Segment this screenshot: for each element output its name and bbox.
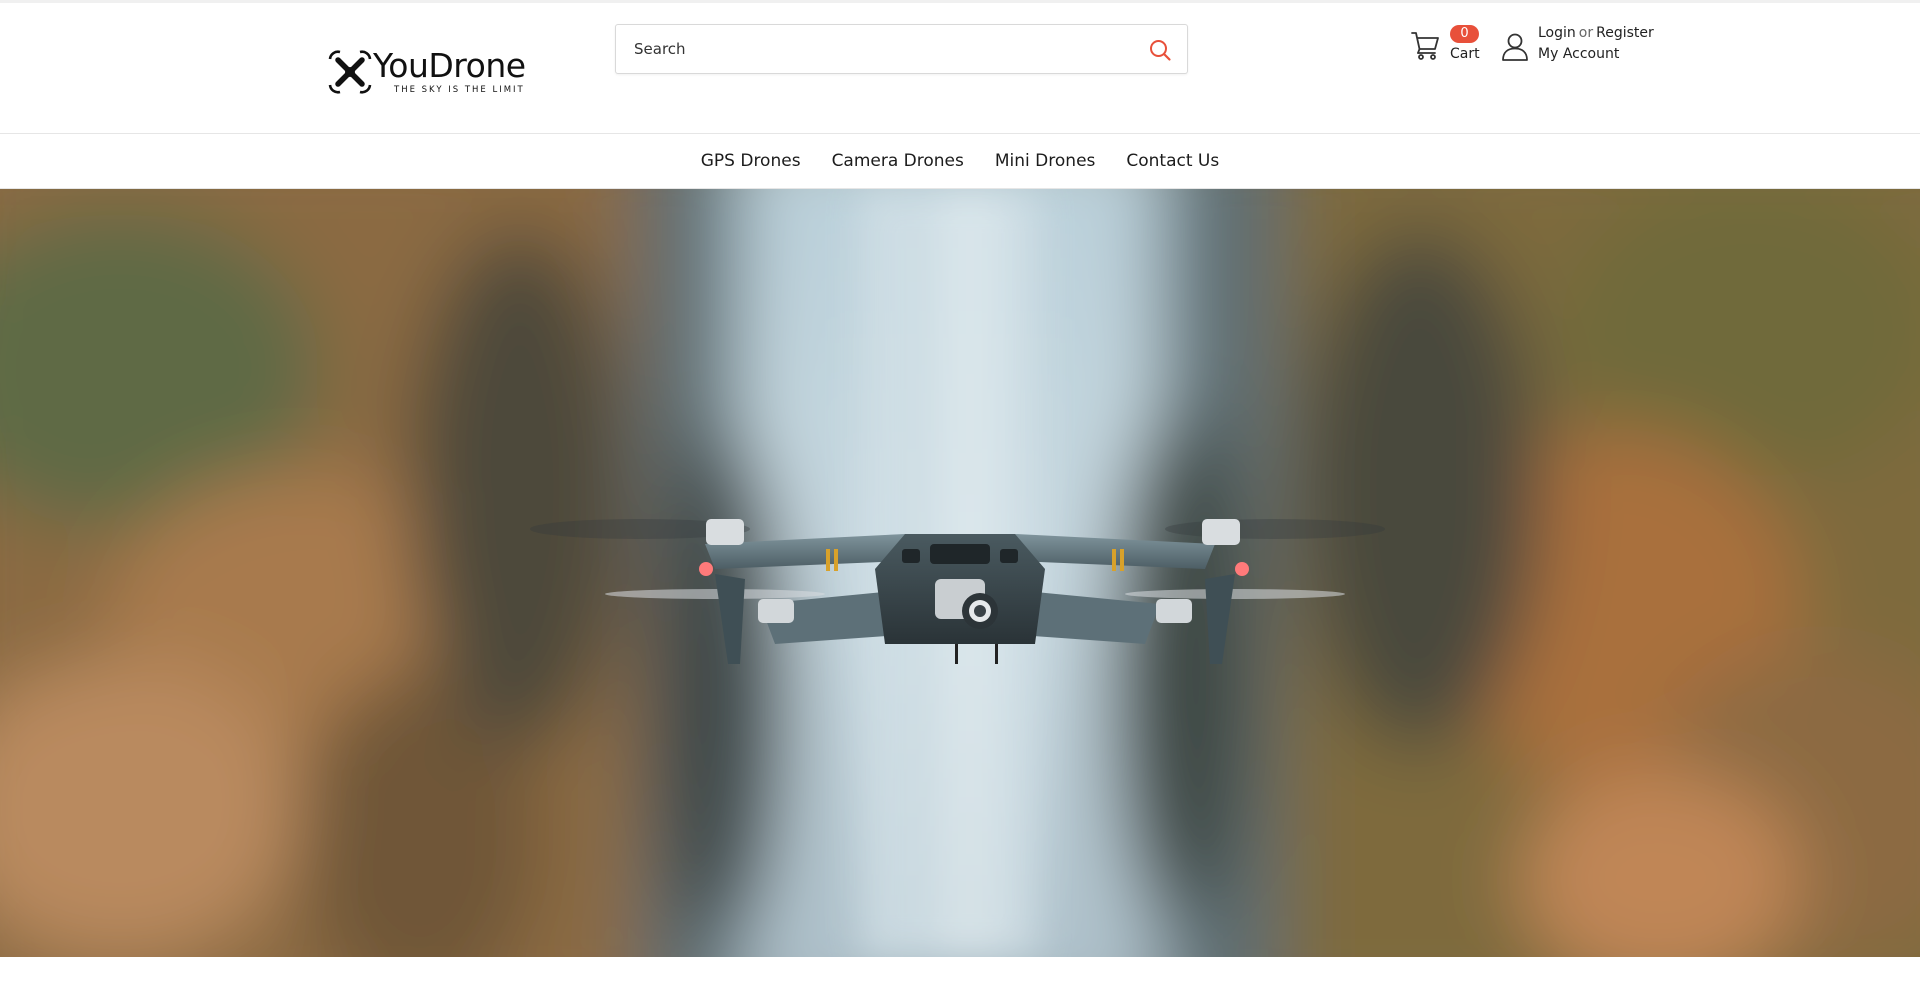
brand-name: YouDrone — [373, 46, 526, 85]
nav-item-contact-us[interactable]: Contact Us — [1126, 151, 1219, 171]
auth-links: Login or Register — [1538, 25, 1654, 41]
page-content-start — [0, 957, 1920, 993]
cart-label: Cart — [1450, 46, 1480, 62]
or-separator: or — [1578, 25, 1594, 41]
user-icon[interactable] — [1500, 31, 1530, 61]
account-area: Login or Register My Account — [1500, 25, 1660, 69]
my-account-link[interactable]: My Account — [1538, 46, 1619, 62]
search-icon — [1150, 40, 1171, 61]
site-header: YouDrone THE SKY IS THE LIMIT 0 Cart Log — [0, 3, 1920, 134]
brand-tagline: THE SKY IS THE LIMIT — [394, 85, 525, 95]
nav-item-camera-drones[interactable]: Camera Drones — [832, 151, 964, 171]
drone-logo-icon — [328, 50, 372, 94]
hero-banner[interactable] — [0, 189, 1920, 957]
cart-count-badge: 0 — [1450, 25, 1479, 43]
main-navigation: GPS Drones Camera Drones Mini Drones Con… — [0, 134, 1920, 189]
cart-icon — [1411, 32, 1439, 60]
register-link[interactable]: Register — [1596, 25, 1654, 41]
nav-item-gps-drones[interactable]: GPS Drones — [701, 151, 801, 171]
hero-image — [0, 189, 1920, 957]
search-button[interactable] — [1146, 36, 1174, 64]
site-logo[interactable]: YouDrone THE SKY IS THE LIMIT — [327, 47, 537, 99]
search-input[interactable] — [616, 25, 1136, 73]
search-bar — [615, 24, 1188, 74]
cart-button[interactable]: 0 Cart — [1410, 25, 1485, 65]
login-link[interactable]: Login — [1538, 25, 1576, 41]
nav-item-mini-drones[interactable]: Mini Drones — [995, 151, 1096, 171]
